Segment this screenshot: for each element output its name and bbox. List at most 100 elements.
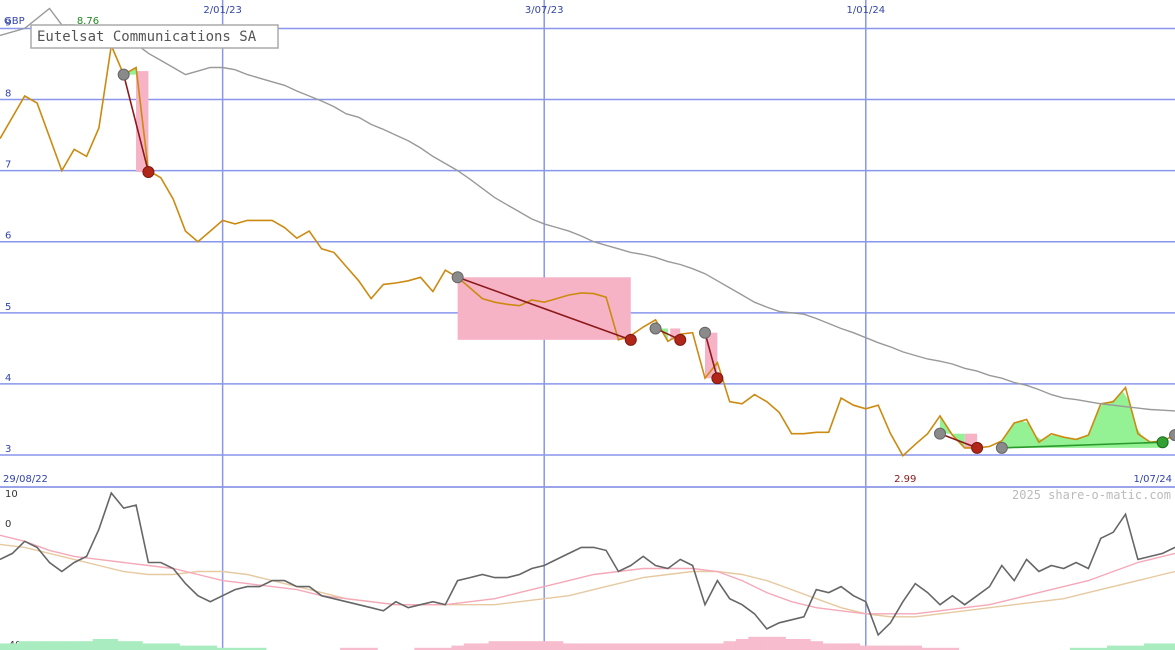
trade-marker: [1156, 436, 1169, 449]
indicator-axis-tick-label: 10: [5, 489, 18, 500]
share-price-chart: 34567892/01/233/07/231/01/24 100-40 GBP …: [0, 0, 1175, 650]
histogram-bar: [166, 643, 180, 650]
gain-loss-zones: [123, 67, 1163, 448]
histogram-bar: [500, 641, 514, 650]
histogram-bar: [18, 641, 32, 650]
histogram-bar: [1156, 643, 1170, 650]
histogram-bar: [562, 643, 576, 650]
trade-marker: [117, 68, 130, 81]
histogram-bar: [55, 641, 69, 650]
trade-signal-lines: [122, 74, 1163, 449]
histogram-bar: [711, 643, 725, 650]
histogram-bar: [847, 643, 861, 650]
histogram-bar: [476, 643, 490, 650]
trade-marker: [1169, 429, 1175, 442]
histogram-bar: [550, 641, 564, 650]
histogram-bar: [871, 645, 885, 650]
min-price-label: 2.99: [894, 474, 916, 485]
range-end-label: 1/07/24: [1133, 474, 1172, 485]
oscillator-line: [0, 491, 1175, 637]
date-axis-tick-label: 3/07/23: [525, 5, 564, 16]
histogram-bar: [1131, 645, 1145, 650]
histogram-bar: [636, 643, 650, 650]
histogram-bar: [698, 643, 712, 650]
histogram-bar: [451, 645, 465, 650]
histogram-bar: [612, 643, 626, 650]
price-axis-tick-label: 6: [5, 231, 11, 242]
histogram-bar: [105, 639, 118, 650]
indicator-histogram: [0, 636, 1175, 650]
price-axis-tick-label: 7: [5, 160, 11, 171]
histogram-bar: [834, 643, 848, 650]
histogram-bar: [587, 643, 601, 650]
histogram-bar: [43, 641, 57, 650]
date-axis-tick-label: 1/01/24: [847, 5, 886, 16]
histogram-bar: [686, 643, 700, 650]
indicator-lines: [0, 491, 1175, 637]
histogram-bar: [142, 643, 156, 650]
trade-marker: [649, 322, 662, 335]
histogram-bar: [68, 641, 81, 650]
trade-marker: [711, 372, 724, 385]
histogram-bar: [30, 641, 44, 650]
currency-label: GBP: [4, 16, 25, 27]
histogram-bar: [488, 641, 502, 650]
histogram-bar: [179, 645, 193, 650]
histogram-bar: [896, 645, 910, 650]
indicator-axis-tick-label: 0: [5, 519, 11, 530]
watermark: 2025 share-o-matic.com: [1012, 488, 1171, 502]
price-axis-tick-label: 5: [5, 302, 11, 313]
price-axis-tick-label: 8: [5, 89, 11, 100]
range-start-label: 29/08/22: [3, 474, 48, 485]
price-panel-grid: 34567892/01/23 3/07/23 1/01/24: [0, 0, 1175, 488]
price-axis-tick-label: 4: [5, 373, 11, 384]
histogram-bar: [575, 643, 588, 650]
histogram-bar: [525, 641, 539, 650]
histogram-bar: [748, 636, 762, 650]
histogram-bar: [204, 645, 217, 650]
moving-average-line: [0, 7, 1175, 412]
chart-title-box: Eutelsat Communications SA: [30, 24, 279, 49]
histogram-bar: [859, 645, 873, 650]
histogram-bar: [80, 641, 94, 650]
trade-markers: [117, 68, 1175, 454]
price-lines: [0, 7, 1175, 457]
histogram-bar: [191, 645, 205, 650]
histogram-bar: [649, 643, 663, 650]
histogram-bar: [773, 636, 786, 650]
histogram-bar: [6, 643, 20, 650]
trade-marker: [451, 271, 464, 284]
price-axis-tick-label: 3: [5, 444, 11, 455]
histogram-bar: [1168, 643, 1175, 650]
histogram-bar: [760, 636, 774, 650]
slow-line-line: [0, 543, 1175, 618]
histogram-bar: [1144, 643, 1157, 650]
trade-marker: [674, 333, 687, 346]
histogram-bar: [1106, 645, 1120, 650]
trade-marker: [995, 441, 1008, 454]
histogram-bar: [538, 641, 551, 650]
histogram-bar: [674, 643, 687, 650]
histogram-bar: [723, 641, 737, 650]
trade-marker: [142, 166, 155, 179]
histogram-bar: [154, 643, 168, 650]
chart-title: Eutelsat Communications SA: [37, 29, 257, 45]
histogram-bar: [661, 643, 675, 650]
histogram-bar: [599, 643, 613, 650]
trade-marker: [699, 326, 711, 339]
histogram-bar: [129, 641, 143, 650]
histogram-bar: [624, 643, 638, 650]
histogram-bar: [909, 645, 922, 650]
histogram-bar: [513, 641, 527, 650]
histogram-bar: [0, 643, 7, 650]
trade-marker: [934, 427, 946, 440]
price-line: [0, 42, 1175, 457]
histogram-bar: [735, 639, 749, 650]
trade-marker: [624, 333, 637, 346]
date-axis-tick-label: 2/01/23: [203, 5, 242, 16]
histogram-bar: [884, 645, 898, 650]
histogram-bar: [1119, 645, 1133, 650]
histogram-bar: [92, 639, 106, 650]
histogram-bar: [463, 643, 477, 650]
histogram-bar: [797, 639, 811, 650]
